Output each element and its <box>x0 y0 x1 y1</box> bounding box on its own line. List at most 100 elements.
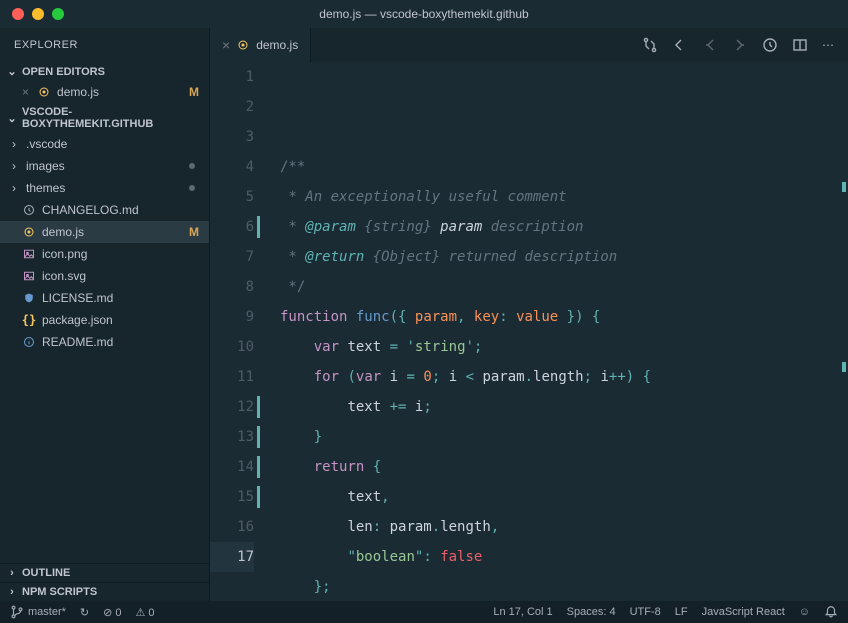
file-label: CHANGELOG.md <box>42 203 139 217</box>
sync-status[interactable]: ↻ <box>80 606 89 619</box>
code-editor[interactable]: 1234567891011121314151617 /** * An excep… <box>210 62 848 601</box>
code-line[interactable]: text += i; <box>280 392 848 422</box>
code-line[interactable]: for (var i = 0; i < param.length; i++) { <box>280 362 848 392</box>
code-line[interactable]: var text = 'string'; <box>280 332 848 362</box>
json-file-icon: {} <box>22 313 36 327</box>
line-number[interactable]: 13 <box>210 422 254 452</box>
line-number[interactable]: 7 <box>210 242 254 272</box>
project-section[interactable]: ⌄ VSCODE-BOXYTHEMEKIT.GITHUB <box>0 103 209 133</box>
titlebar: demo.js — vscode-boxythemekit.github <box>0 0 848 28</box>
code-line[interactable]: len: param.length, <box>280 512 848 542</box>
code-line[interactable]: * @return {Object} returned description <box>280 242 848 272</box>
line-number[interactable]: 17 <box>210 542 254 572</box>
js-file-icon <box>37 86 51 98</box>
tab-demo-js[interactable]: × demo.js <box>210 28 311 62</box>
undo-icon[interactable] <box>702 37 718 53</box>
code-line[interactable]: text, <box>280 482 848 512</box>
npm-scripts-section[interactable]: › NPM SCRIPTS <box>0 582 209 601</box>
errors-status[interactable]: ⊘ 0 <box>103 606 121 619</box>
folder-item[interactable]: ›.vscode <box>0 133 209 155</box>
file-item[interactable]: CHANGELOG.md <box>0 199 209 221</box>
line-number[interactable]: 10 <box>210 332 254 362</box>
more-actions-icon[interactable]: ⋯ <box>822 38 834 52</box>
chevron-down-icon: ⌄ <box>6 65 18 78</box>
code-line[interactable]: * An exceptionally useful comment <box>280 182 848 212</box>
cursor-position-status[interactable]: Ln 17, Col 1 <box>493 606 552 618</box>
split-editor-icon[interactable] <box>792 37 808 53</box>
folder-item[interactable]: ›themes <box>0 177 209 199</box>
tab-close-icon[interactable]: × <box>222 37 230 53</box>
line-number[interactable]: 1 <box>210 62 254 92</box>
line-number[interactable]: 3 <box>210 122 254 152</box>
line-number[interactable]: 15 <box>210 482 254 512</box>
code-line[interactable]: */ <box>280 272 848 302</box>
minimize-window-button[interactable] <box>32 8 44 20</box>
folder-label: images <box>26 159 65 173</box>
window-title: demo.js — vscode-boxythemekit.github <box>0 7 848 21</box>
chevron-right-icon: › <box>8 181 20 195</box>
chevron-down-icon: ⌄ <box>6 112 18 125</box>
redo-icon[interactable] <box>732 37 748 53</box>
img-file-icon <box>22 270 36 282</box>
line-number[interactable]: 6 <box>210 212 254 242</box>
encoding-status[interactable]: UTF-8 <box>630 606 661 618</box>
close-window-button[interactable] <box>12 8 24 20</box>
code-line[interactable]: "boolean": false <box>280 542 848 572</box>
status-bar: master* ↻ ⊘ 0 ⚠ 0 Ln 17, Col 1 Spaces: 4… <box>0 601 848 623</box>
file-item[interactable]: demo.jsM <box>0 221 209 243</box>
file-item[interactable]: {}package.json <box>0 309 209 331</box>
line-number[interactable]: 14 <box>210 452 254 482</box>
outline-label: OUTLINE <box>22 567 70 579</box>
code-line[interactable]: } <box>280 422 848 452</box>
line-number[interactable]: 4 <box>210 152 254 182</box>
line-number[interactable]: 2 <box>210 92 254 122</box>
file-item[interactable]: icon.png <box>0 243 209 265</box>
file-label: demo.js <box>57 85 99 99</box>
info-file-icon <box>22 336 36 348</box>
warnings-status[interactable]: ⚠ 0 <box>136 606 155 619</box>
modified-badge: M <box>189 225 199 239</box>
eol-status[interactable]: LF <box>675 606 688 618</box>
open-editor-item[interactable]: ×demo.jsM <box>0 81 209 103</box>
js-file-icon <box>22 226 36 238</box>
code-line[interactable]: function func({ param, key: value }) { <box>280 302 848 332</box>
overview-ruler <box>842 62 846 601</box>
code-line[interactable]: }; <box>280 572 848 601</box>
file-label: LICENSE.md <box>42 291 113 305</box>
folder-item[interactable]: › images <box>0 155 209 177</box>
line-number[interactable]: 16 <box>210 512 254 542</box>
outline-section[interactable]: › OUTLINE <box>0 563 209 582</box>
indentation-status[interactable]: Spaces: 4 <box>567 606 616 618</box>
git-compare-icon[interactable] <box>642 37 658 53</box>
js-file-icon <box>236 39 250 51</box>
feedback-icon[interactable]: ☺ <box>799 606 810 618</box>
close-editor-icon[interactable]: × <box>22 85 29 99</box>
line-number[interactable]: 5 <box>210 182 254 212</box>
line-number[interactable]: 9 <box>210 302 254 332</box>
chevron-right-icon: › <box>8 137 20 151</box>
line-number[interactable]: 11 <box>210 362 254 392</box>
git-branch-status[interactable]: master* <box>10 605 66 619</box>
dirty-indicator-icon <box>189 163 195 169</box>
sidebar: EXPLORER ⌄ OPEN EDITORS ×demo.jsM ⌄ VSCO… <box>0 28 210 601</box>
file-item[interactable]: LICENSE.md <box>0 287 209 309</box>
maximize-window-button[interactable] <box>52 8 64 20</box>
code-line[interactable]: * @param {string} param description <box>280 212 848 242</box>
chevron-right-icon: › <box>8 159 20 173</box>
preview-icon[interactable] <box>762 37 778 53</box>
code-line[interactable]: return { <box>280 452 848 482</box>
file-item[interactable]: icon.svg <box>0 265 209 287</box>
notifications-icon[interactable] <box>824 605 838 619</box>
file-label: icon.png <box>42 247 87 261</box>
clock-file-icon <box>22 204 36 216</box>
language-status[interactable]: JavaScript React <box>702 606 785 618</box>
tab-label: demo.js <box>256 38 298 52</box>
open-editors-section[interactable]: ⌄ OPEN EDITORS <box>0 62 209 81</box>
go-back-icon[interactable] <box>672 37 688 53</box>
code-line[interactable]: /** <box>280 152 848 182</box>
open-editors-label: OPEN EDITORS <box>22 66 105 78</box>
file-item[interactable]: README.md <box>0 331 209 353</box>
project-label: VSCODE-BOXYTHEMEKIT.GITHUB <box>22 106 203 130</box>
line-number[interactable]: 12 <box>210 392 254 422</box>
line-number[interactable]: 8 <box>210 272 254 302</box>
